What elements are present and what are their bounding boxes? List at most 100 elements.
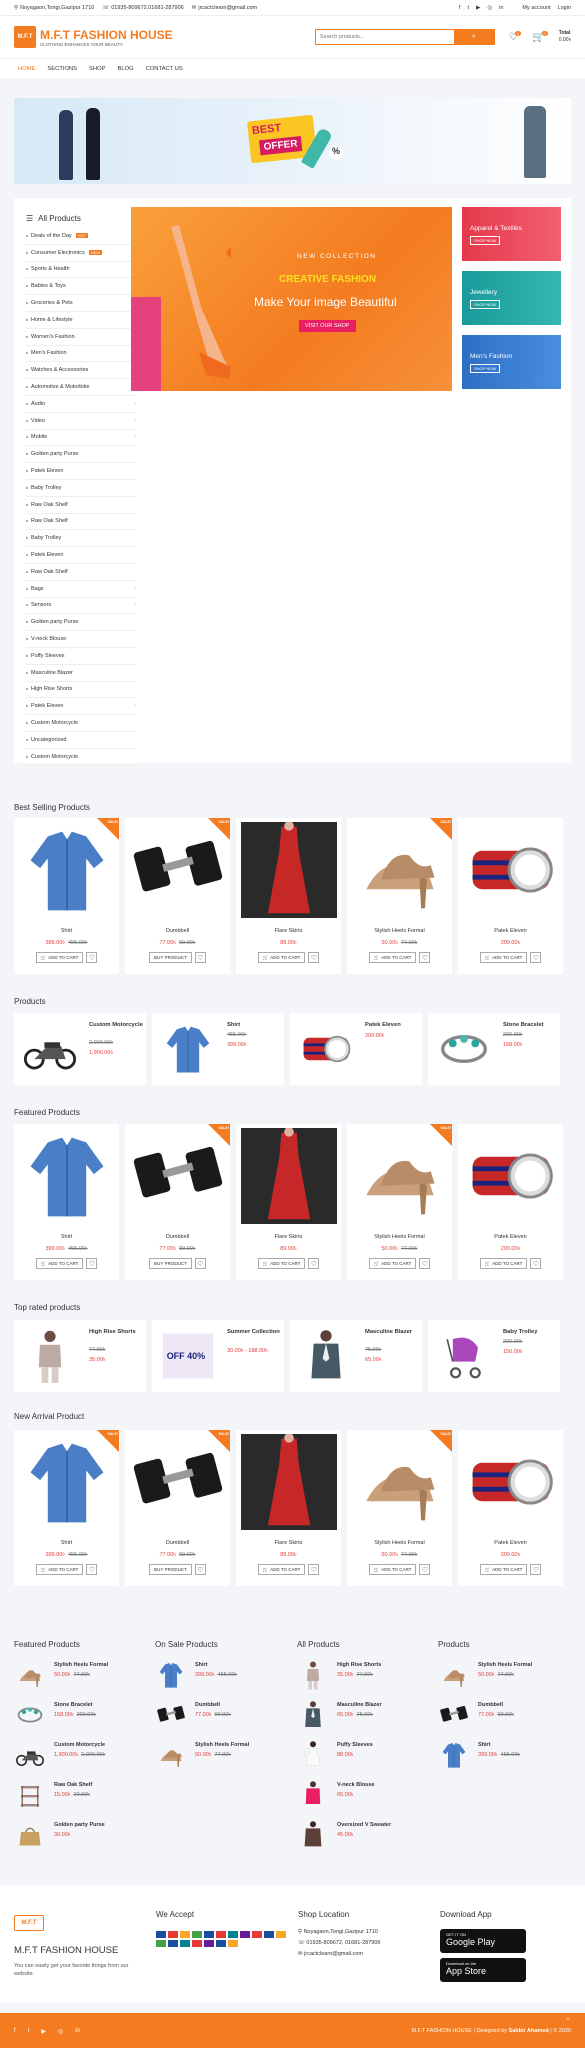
wishlist-heart-button[interactable]: ♡ [308,1258,320,1269]
product-name[interactable]: Dumbbell [125,1540,230,1546]
promo-apparel-button[interactable]: SHOP NOW [470,236,501,245]
product-card-small[interactable]: Custom Motorcycle 2,000.00৳ 1,900.00৳ [14,1013,146,1085]
category-item[interactable]: Raw Oak Shelf [26,497,136,514]
add-to-cart-button[interactable]: 🛒 ADD TO CART [479,1258,528,1269]
footer-product-item[interactable]: Golden party Purse 30.00৳ [14,1819,142,1859]
category-item[interactable]: Consumer Electronics NEW [26,245,136,262]
footer-product-item[interactable]: Masculine Blazer 65.00৳ 75.00৳ [297,1699,425,1739]
visit-shop-button[interactable]: VISIT OUR SHOP [299,320,356,332]
product-image[interactable] [236,1430,341,1534]
product-name[interactable]: Patek Eleven [365,1021,420,1030]
footer-product-item[interactable]: Oversized V Sweater 45.00৳ [297,1819,425,1859]
category-item[interactable]: Baby Trolley [26,480,136,497]
add-to-cart-button[interactable]: 🛒 ADD TO CART [368,952,417,963]
add-to-cart-button[interactable]: 🛒 ADD TO CART [368,1258,417,1269]
add-to-cart-button[interactable]: 🛒 ADD TO CART [368,1564,417,1575]
product-name[interactable]: Baby Trolley [503,1328,558,1337]
product-name[interactable]: Patek Eleven [458,1540,563,1546]
linkedin-icon[interactable]: in [499,5,503,11]
product-thumb[interactable] [297,1819,329,1851]
twitter-icon[interactable]: t [28,2028,30,2035]
category-item[interactable]: Groceries & Pets [26,295,136,312]
product-card-small[interactable]: Stone Bracelet 200.00৳ 168.00৳ [428,1013,560,1085]
category-item[interactable]: Babies & Toys [26,278,136,296]
product-thumb[interactable] [297,1659,329,1691]
wishlist-heart-button[interactable]: ♡ [530,1564,542,1575]
wishlist-heart-button[interactable]: ♡ [530,952,542,963]
category-item[interactable]: Home & Lifestyle [26,312,136,329]
product-image[interactable] [458,1430,563,1534]
google-play-button[interactable]: GET IT ON Google Play [440,1929,526,1953]
footer-product-item[interactable]: Shirt 399.00৳ 455.00৳ [155,1659,283,1699]
search-input[interactable] [315,30,454,44]
product-image[interactable] [18,1328,82,1384]
nav-contact[interactable]: CONTACT US [146,66,183,72]
category-item[interactable]: Bags › [26,581,136,598]
product-name[interactable]: Stylish Heels Formal [347,928,452,934]
category-item[interactable]: Patek Eleven › [26,698,136,716]
product-image[interactable] [156,1021,220,1077]
app-store-button[interactable]: Download on the App Store [440,1958,526,1982]
instagram-icon[interactable]: ◎ [487,5,492,11]
product-image[interactable] [432,1021,496,1077]
buy-product-button[interactable]: BUY PRODUCT [149,952,192,963]
product-card-small[interactable]: Shirt 455.00৳ 399.00৳ [152,1013,284,1085]
product-name[interactable]: Shirt [14,1234,119,1240]
wishlist-button[interactable]: ♡0 [509,30,524,43]
product-image[interactable] [458,818,563,922]
product-thumb[interactable] [438,1739,470,1771]
product-name[interactable]: Stylish Heels Formal [347,1234,452,1240]
product-thumb[interactable] [438,1699,470,1731]
product-card[interactable]: SALE! Stylish Heels Formal 50.00৳ 77.00৳ 🛒 AD… [347,818,452,974]
product-image[interactable] [236,1124,341,1228]
product-card[interactable]: SALE! Shirt 399.00৳ 455.00৳ 🛒 ADD TO CART ♡ [14,818,119,974]
product-card[interactable]: Flare Skirts 89.00৳ 🛒 ADD TO CART ♡ [236,818,341,974]
category-item[interactable]: Video › [26,413,136,430]
product-card[interactable]: SALE! Dumbbell 77.00৳ 99.00৳ BUY PRODUCT ♡ [125,1430,230,1586]
category-item[interactable]: High Rise Shorts [26,682,136,699]
category-item[interactable]: Patek Eleven [26,463,136,480]
product-thumb[interactable] [155,1659,187,1691]
product-thumb[interactable] [14,1699,46,1731]
my-account-link[interactable]: My account [522,5,550,11]
product-name[interactable]: Patek Eleven [458,1234,563,1240]
product-name[interactable]: Masculine Blazer [365,1328,420,1337]
product-card[interactable]: SALE! Dumbbell 77.00৳ 99.00৳ BUY PRODUCT ♡ [125,1124,230,1280]
product-thumb[interactable] [14,1779,46,1811]
add-to-cart-button[interactable]: 🛒 ADD TO CART [35,1258,84,1269]
wishlist-heart-button[interactable]: ♡ [530,1258,542,1269]
category-item[interactable]: Masculine Blazer [26,665,136,682]
add-to-cart-button[interactable]: 🛒 ADD TO CART [257,1258,306,1269]
product-name[interactable]: Stylish Heels Formal [347,1540,452,1546]
product-card[interactable]: Patek Eleven 200.00৳ 🛒 ADD TO CART ♡ [458,1124,563,1280]
footer-product-item[interactable]: Stone Bracelet 168.00৳ 200.00৳ [14,1699,142,1739]
product-name[interactable]: Stone Bracelet [503,1021,558,1030]
nav-sections[interactable]: SECTIONS [47,66,77,72]
product-name[interactable]: Patek Eleven [458,928,563,934]
facebook-icon[interactable]: f [14,2028,16,2035]
footer-product-item[interactable]: Dumbbell 77.00৳ 99.00৳ [438,1699,566,1739]
product-card[interactable]: SALE! Shirt 399.00৳ 455.00৳ 🛒 ADD TO CART ♡ [14,1430,119,1586]
product-name[interactable]: Dumbbell [125,1234,230,1240]
product-card[interactable]: Shirt 399.00৳ 455.00৳ 🛒 ADD TO CART ♡ [14,1124,119,1280]
nav-home[interactable]: HOME [18,66,35,72]
category-item[interactable]: V-neck Blouse [26,631,136,648]
category-item[interactable]: Puffy Sleeves [26,648,136,665]
category-item[interactable]: Raw Oak Shelf [26,564,136,581]
product-card-small[interactable]: Patek Eleven 200.00৳ [290,1013,422,1085]
product-name[interactable]: Shirt [227,1021,282,1030]
youtube-icon[interactable]: ▶ [476,5,480,11]
add-to-cart-button[interactable]: 🛒 ADD TO CART [35,952,84,963]
wishlist-heart-button[interactable]: ♡ [419,1564,431,1575]
category-item[interactable]: Deals of the Day HOT [26,228,136,245]
add-to-cart-button[interactable]: 🛒 ADD TO CART [479,952,528,963]
author-link[interactable]: Sabbir Ahamed [509,2028,549,2034]
product-name[interactable]: Shirt [14,928,119,934]
facebook-icon[interactable]: f [459,5,461,11]
product-image[interactable] [458,1124,563,1228]
buy-product-button[interactable]: BUY PRODUCT [149,1564,192,1575]
product-name[interactable]: Flare Skirts [236,1540,341,1546]
footer-product-item[interactable]: High Rise Shorts 35.00৳ 77.00৳ [297,1659,425,1699]
wishlist-heart-button[interactable]: ♡ [86,952,98,963]
footer-product-item[interactable]: Stylish Heels Formal 50.00৳ 77.00৳ [155,1739,283,1779]
